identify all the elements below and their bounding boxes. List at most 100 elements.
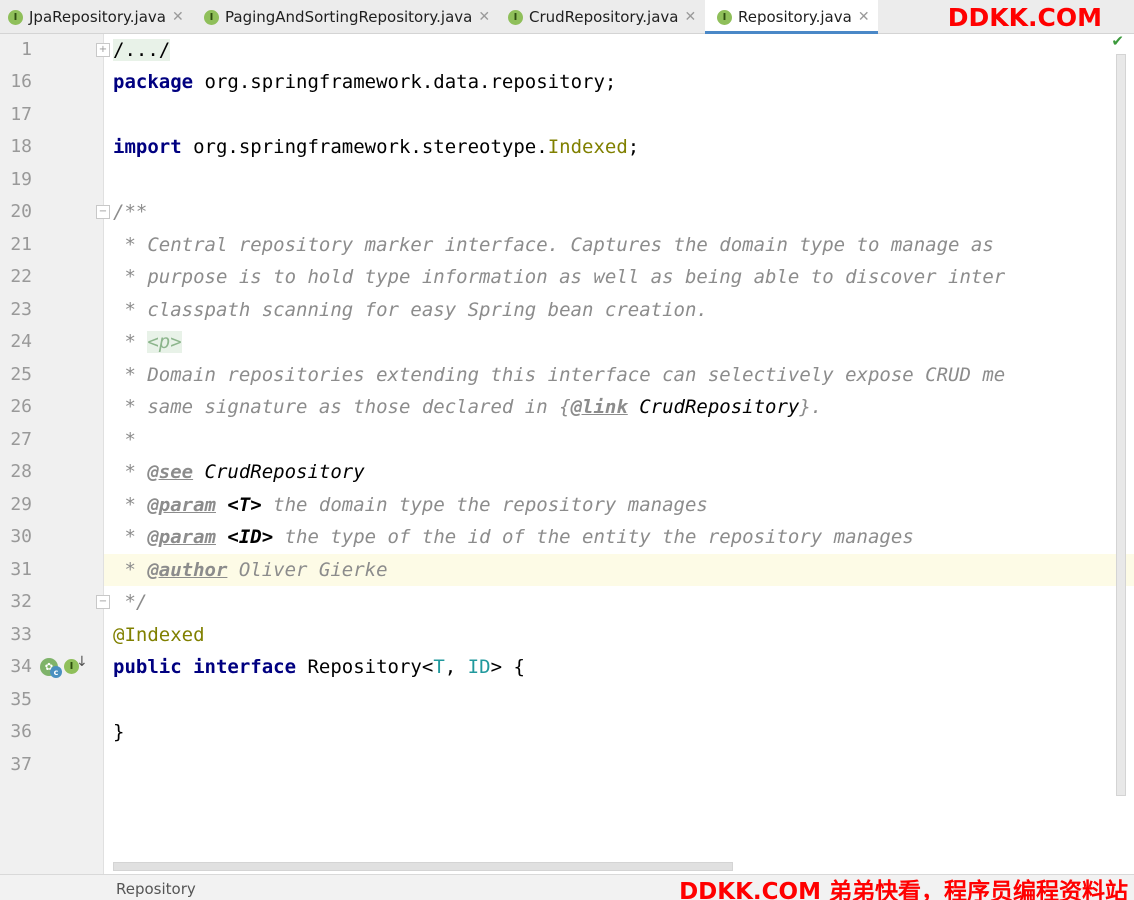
line-number: 36 [10,721,32,742]
line-number: 34 [10,656,32,677]
line-number: 33 [10,624,32,645]
code-editor[interactable]: 1 16 17 18 19 20 21 22 23 24 25 26 27 28… [0,32,1134,874]
tab-label: JpaRepository.java [29,8,166,26]
line-number: 27 [10,429,32,450]
comment-text: * same signature as those declared in { [113,396,571,418]
tab-crudrepository[interactable]: I CrudRepository.java ✕ [508,0,703,34]
comment-text: Oliver Gierke [227,559,388,581]
code-line-24: * <p> [113,326,182,358]
comment-prefix: * [113,461,148,483]
code-line-28: * @see CrudRepository [113,456,365,488]
code-line-22: * purpose is to hold type information as… [113,266,1006,288]
javadoc-tag: @param [147,494,216,516]
comment-prefix: * [113,526,148,548]
code-line-21: * Central repository marker interface. C… [113,234,994,256]
breadcrumb-bar: Repository DDKK.COM 弟弟快看，程序员编程资料站 [0,874,1134,900]
code-line-26: * same signature as those declared in {@… [113,391,822,423]
line-number: 35 [10,689,32,710]
javadoc-tag: @param [147,526,216,548]
code-line-31: * @author Oliver Gierke [113,554,388,586]
comment-text: the type of the id of the entity the rep… [273,526,914,548]
javadoc-param: <T> [215,494,262,516]
javadoc-tag: @author [147,559,228,581]
semicolon: ; [627,136,640,158]
line-number: 1 [21,39,32,60]
comment-text: the domain type the repository manages [261,494,708,516]
line-number: 17 [10,104,32,125]
html-tag: <p> [147,331,182,353]
code-line-16: package org.springframework.data.reposit… [113,66,616,98]
tab-label: CrudRepository.java [529,8,679,26]
interface-icon: I [508,9,523,25]
code-line-29: * @param <T> the domain type the reposit… [113,489,708,521]
comment-prefix: * [113,331,148,353]
line-number: 32 [10,591,32,612]
interface-name: Repository< [296,656,434,678]
vertical-scrollbar[interactable] [1116,54,1126,796]
comment-prefix: * [113,494,148,516]
code-line-32: */ [113,591,148,613]
tab-label: Repository.java [738,8,852,26]
code-line-34: public interface Repository<T, ID> { [113,651,525,683]
line-number: 20 [10,201,32,222]
folded-header[interactable]: /.../ [113,39,171,61]
code-line-18: import org.springframework.stereotype.In… [113,131,639,163]
tab-pagingandsortingrepository[interactable]: I PagingAndSortingRepository.java ✕ [204,0,500,34]
line-number: 31 [10,559,32,580]
code-line-27: * [113,429,136,451]
code-line-30: * @param <ID> the type of the id of the … [113,521,914,553]
interface-icon: I [204,9,219,25]
line-number: 24 [10,331,32,352]
comment-prefix: * [113,559,148,581]
tab-jparepository[interactable]: I JpaRepository.java ✕ [8,0,198,34]
interface-icon: I [717,9,732,25]
code-line-1: /.../ [113,34,171,66]
arrow-down-icon: ↓ [76,654,88,670]
line-number-gutter: 1 16 17 18 19 20 21 22 23 24 25 26 27 28… [0,34,110,874]
code-line-36: } [113,721,125,743]
line-number: 21 [10,234,32,255]
javadoc-param: <ID> [215,526,274,548]
line-number: 23 [10,299,32,320]
watermark-bottom: DDKK.COM 弟弟快看，程序员编程资料站 [679,879,1128,900]
code-line-23: * classpath scanning for easy Spring bea… [113,299,708,321]
tab-label: PagingAndSortingRepository.java [225,8,473,26]
horizontal-scrollbar[interactable] [113,862,733,871]
line-number: 26 [10,396,32,417]
code-area[interactable]: /.../ package org.springframework.data.r… [104,34,1134,874]
tab-repository[interactable]: I Repository.java ✕ [705,0,878,34]
import-path: org.springframework.stereotype. [181,136,548,158]
javadoc-reference[interactable]: CrudRepository [193,461,365,483]
editor-tab-bar: I JpaRepository.java ✕ I PagingAndSortin… [0,0,1134,34]
line-number: 22 [10,266,32,287]
comment-text: }. [799,396,823,418]
line-number: 37 [10,754,32,775]
line-number: 29 [10,494,32,515]
javadoc-reference[interactable]: CrudRepository [628,396,799,418]
line-number: 18 [10,136,32,157]
interface-icon: I [8,9,23,25]
breadcrumb[interactable]: Repository [116,880,196,898]
javadoc-tag: @link [570,396,628,418]
line-number: 30 [10,526,32,547]
line-number: 28 [10,461,32,482]
watermark-top: DDKK.COM [947,3,1102,32]
javadoc-tag: @see [147,461,194,483]
line-number: 25 [10,364,32,385]
close-icon[interactable]: ✕ [172,9,184,25]
close-icon[interactable]: ✕ [685,9,697,25]
line-number: 16 [10,71,32,92]
class-icon: c [50,666,62,678]
code-line-20: /** [113,201,148,223]
type-parameter: ID [467,656,491,678]
keyword: import [113,136,182,158]
close-icon[interactable]: ✕ [858,9,870,25]
inspection-ok-icon[interactable]: ✔ [1111,32,1124,50]
separator: , [444,656,468,678]
keyword: interface [193,656,297,678]
keyword: package [113,71,194,93]
brace: > { [490,656,525,678]
line-number: 19 [10,169,32,190]
keyword: public [113,656,182,678]
close-icon[interactable]: ✕ [478,9,490,25]
